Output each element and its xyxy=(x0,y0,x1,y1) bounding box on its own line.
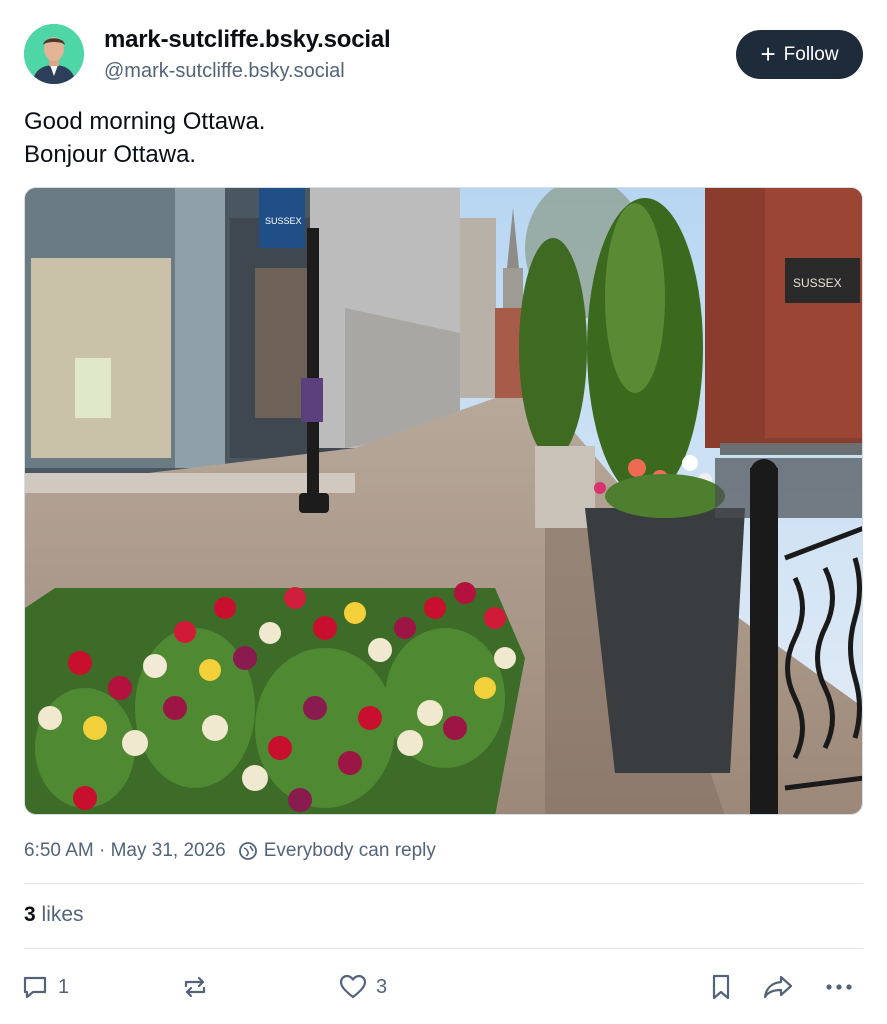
post-meta: 6:50 AM · May 31, 2026 Everybody can rep… xyxy=(24,840,436,862)
share-button[interactable] xyxy=(762,965,794,1009)
post-text: Good morning Ottawa. Bonjour Ottawa. xyxy=(24,105,265,171)
bookmark-button[interactable] xyxy=(706,965,736,1009)
reply-setting[interactable]: Everybody can reply xyxy=(264,840,436,862)
plus-icon: + xyxy=(760,38,776,69)
bookmark-icon xyxy=(712,974,730,1000)
repost-icon xyxy=(184,976,206,998)
post-header: mark-sutcliffe.bsky.social @mark-sutclif… xyxy=(24,22,863,86)
reply-button[interactable]: 1 xyxy=(20,965,69,1009)
post-line: Good morning Ottawa. xyxy=(24,108,266,135)
ellipsis-icon xyxy=(826,984,852,990)
divider xyxy=(24,948,863,949)
street-photo: SUSSEX SUSSEX xyxy=(25,188,862,814)
post-image[interactable]: SUSSEX SUSSEX xyxy=(24,187,863,815)
action-bar: 1 3 xyxy=(20,965,863,1009)
profile-photo xyxy=(24,24,84,84)
globe-icon xyxy=(238,841,258,861)
sign-text-left: SUSSEX xyxy=(265,216,302,226)
follow-label: Follow xyxy=(783,43,839,65)
like-button[interactable]: 3 xyxy=(338,965,387,1009)
likes-number: 3 xyxy=(24,903,36,926)
likes-label: likes xyxy=(41,903,84,926)
author-names: mark-sutcliffe.bsky.social @mark-sutclif… xyxy=(104,26,391,83)
author-display-name[interactable]: mark-sutcliffe.bsky.social xyxy=(104,26,391,54)
divider xyxy=(24,883,863,884)
like-count: 3 xyxy=(376,975,388,998)
post-line: Bonjour Ottawa. xyxy=(24,141,197,168)
sign-text-right: SUSSEX xyxy=(793,276,842,290)
repost-button[interactable] xyxy=(180,965,218,1009)
share-icon xyxy=(763,975,793,999)
reply-icon xyxy=(23,976,47,999)
heart-icon xyxy=(339,974,367,999)
follow-button[interactable]: + Follow xyxy=(736,30,863,79)
likes-count[interactable]: 3 likes xyxy=(24,903,84,927)
more-options-button[interactable] xyxy=(823,965,855,1009)
reply-count: 1 xyxy=(58,975,70,998)
post-timestamp[interactable]: 6:50 AM · May 31, 2026 xyxy=(24,840,226,862)
author-handle[interactable]: @mark-sutcliffe.bsky.social xyxy=(104,60,390,83)
avatar[interactable] xyxy=(24,24,84,84)
